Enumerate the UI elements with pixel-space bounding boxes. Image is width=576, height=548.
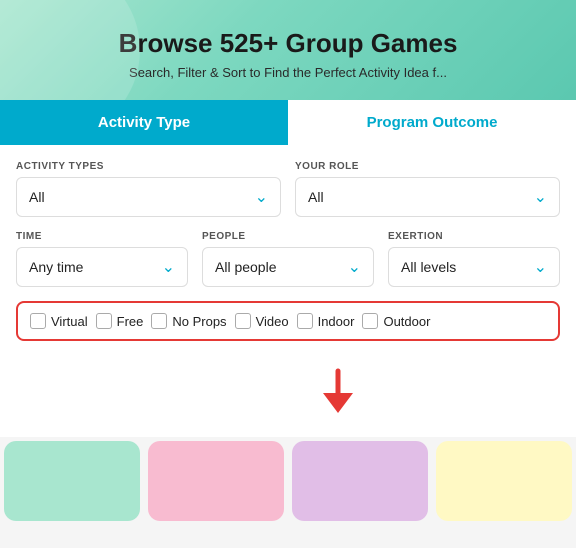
- card-placeholder-2: [148, 441, 284, 521]
- checkbox-free-label: Free: [117, 314, 144, 329]
- filters-section: ACTIVITY TYPES All ⌄ YOUR ROLE All ⌄ TIM…: [0, 145, 576, 437]
- time-chevron-icon: ⌄: [162, 257, 175, 277]
- checkbox-video[interactable]: Video: [235, 313, 289, 329]
- red-arrow-icon: [313, 363, 363, 413]
- tab-activity-type[interactable]: Activity Type: [0, 100, 288, 145]
- checkbox-outdoor-box[interactable]: [362, 313, 378, 329]
- card-placeholder-4: [436, 441, 572, 521]
- your-role-chevron-icon: ⌄: [534, 187, 547, 207]
- checkbox-free[interactable]: Free: [96, 313, 144, 329]
- your-role-value: All: [308, 189, 324, 205]
- hero-subtitle: Search, Filter & Sort to Find the Perfec…: [20, 65, 556, 80]
- people-value: All people: [215, 259, 277, 275]
- checkbox-no-props-label: No Props: [172, 314, 226, 329]
- your-role-select[interactable]: All ⌄: [295, 177, 560, 217]
- people-group: PEOPLE All people ⌄: [202, 231, 374, 287]
- checkbox-video-box[interactable]: [235, 313, 251, 329]
- people-chevron-icon: ⌄: [348, 257, 361, 277]
- checkboxes-row: Virtual Free No Props Video Indoor Outdo…: [16, 301, 560, 341]
- exertion-group: EXERTION All levels ⌄: [388, 231, 560, 287]
- checkbox-virtual-box[interactable]: [30, 313, 46, 329]
- exertion-select[interactable]: All levels ⌄: [388, 247, 560, 287]
- exertion-label: EXERTION: [388, 231, 560, 242]
- time-value: Any time: [29, 259, 83, 275]
- time-label: TIME: [16, 231, 188, 242]
- checkbox-outdoor[interactable]: Outdoor: [362, 313, 430, 329]
- tabs-container: Activity Type Program Outcome: [0, 100, 576, 145]
- time-group: TIME Any time ⌄: [16, 231, 188, 287]
- card-placeholder-1: [4, 441, 140, 521]
- checkbox-no-props[interactable]: No Props: [151, 313, 226, 329]
- your-role-group: YOUR ROLE All ⌄: [295, 161, 560, 217]
- checkbox-video-label: Video: [256, 314, 289, 329]
- exertion-value: All levels: [401, 259, 456, 275]
- filter-row-2: TIME Any time ⌄ PEOPLE All people ⌄ EXER…: [16, 231, 560, 287]
- tab-program-outcome[interactable]: Program Outcome: [288, 100, 576, 145]
- people-label: PEOPLE: [202, 231, 374, 242]
- time-select[interactable]: Any time ⌄: [16, 247, 188, 287]
- checkbox-indoor-box[interactable]: [297, 313, 313, 329]
- your-role-label: YOUR ROLE: [295, 161, 560, 172]
- checkbox-virtual-label: Virtual: [51, 314, 88, 329]
- hero-section: Browse 525+ Group Games Search, Filter &…: [0, 0, 576, 100]
- checkbox-virtual[interactable]: Virtual: [30, 313, 88, 329]
- activity-types-label: ACTIVITY TYPES: [16, 161, 281, 172]
- checkbox-no-props-box[interactable]: [151, 313, 167, 329]
- checkbox-indoor-label: Indoor: [318, 314, 355, 329]
- activity-types-chevron-icon: ⌄: [255, 187, 268, 207]
- activity-types-value: All: [29, 189, 45, 205]
- checkbox-indoor[interactable]: Indoor: [297, 313, 355, 329]
- cards-row: [0, 437, 576, 525]
- card-placeholder-3: [292, 441, 428, 521]
- exertion-chevron-icon: ⌄: [534, 257, 547, 277]
- filter-row-1: ACTIVITY TYPES All ⌄ YOUR ROLE All ⌄: [16, 161, 560, 217]
- arrow-container: [16, 355, 560, 425]
- people-select[interactable]: All people ⌄: [202, 247, 374, 287]
- activity-types-select[interactable]: All ⌄: [16, 177, 281, 217]
- checkbox-outdoor-label: Outdoor: [383, 314, 430, 329]
- hero-title: Browse 525+ Group Games: [20, 28, 556, 59]
- checkbox-free-box[interactable]: [96, 313, 112, 329]
- activity-types-group: ACTIVITY TYPES All ⌄: [16, 161, 281, 217]
